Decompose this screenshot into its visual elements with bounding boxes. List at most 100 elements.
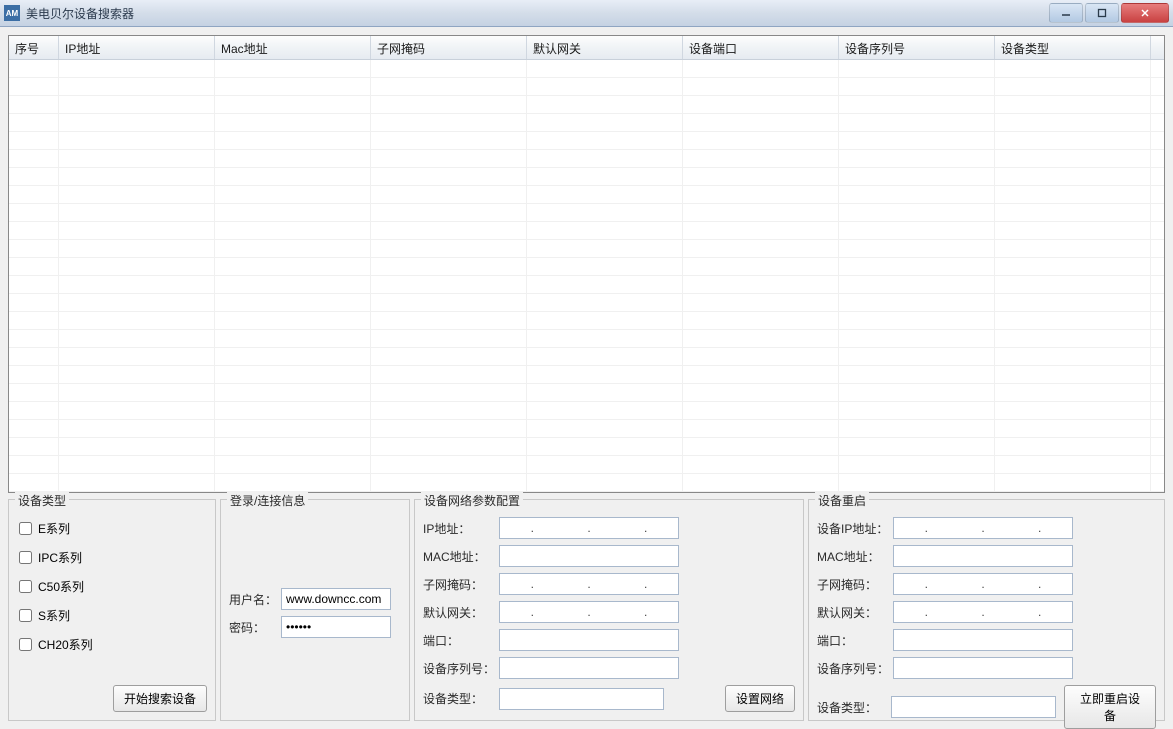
chk-c50-series[interactable]: C50系列 [19, 578, 205, 595]
col-serial[interactable]: 设备序列号 [839, 36, 995, 59]
net-ip-label: IP地址： [423, 520, 495, 537]
net-port-input[interactable] [499, 629, 679, 651]
col-mac[interactable]: Mac地址 [215, 36, 371, 59]
table-row[interactable] [9, 204, 1164, 222]
password-input[interactable] [281, 616, 391, 638]
bottom-panels: 设备类型 E系列 IPC系列 C50系列 S系列 [8, 499, 1165, 721]
label-c50: C50系列 [38, 578, 84, 595]
table-row[interactable] [9, 222, 1164, 240]
col-type[interactable]: 设备类型 [995, 36, 1151, 59]
checkbox-ipc[interactable] [19, 551, 32, 564]
maximize-button[interactable] [1085, 3, 1119, 23]
window-title: 美电贝尔设备搜索器 [26, 5, 1047, 22]
network-config-group: 设备网络参数配置 IP地址： ... MAC地址： 子网掩码： ... 默认网关… [414, 499, 804, 721]
rb-ip-label: 设备IP地址： [817, 520, 889, 537]
col-gateway[interactable]: 默认网关 [527, 36, 683, 59]
client-area: 序号 IP地址 Mac地址 子网掩码 默认网关 设备端口 设备序列号 设备类型 … [0, 27, 1173, 729]
label-ch20: CH20系列 [38, 636, 93, 653]
table-row[interactable] [9, 258, 1164, 276]
table-row[interactable] [9, 312, 1164, 330]
table-row[interactable] [9, 240, 1164, 258]
table-body[interactable] [9, 60, 1164, 492]
rb-port-input[interactable] [893, 629, 1073, 651]
label-ipc: IPC系列 [38, 549, 82, 566]
window-controls [1047, 3, 1169, 23]
device-type-legend: 设备类型 [15, 492, 69, 509]
col-port[interactable]: 设备端口 [683, 36, 839, 59]
chk-ch20-series[interactable]: CH20系列 [19, 636, 205, 653]
table-row[interactable] [9, 78, 1164, 96]
net-ip-input[interactable]: ... [499, 517, 679, 539]
col-mask[interactable]: 子网掩码 [371, 36, 527, 59]
table-row[interactable] [9, 474, 1164, 492]
col-index[interactable]: 序号 [9, 36, 59, 59]
checkbox-e[interactable] [19, 522, 32, 535]
table-row[interactable] [9, 384, 1164, 402]
label-e: E系列 [38, 520, 70, 537]
login-legend: 登录/连接信息 [227, 492, 308, 509]
rb-mac-label: MAC地址： [817, 548, 889, 565]
titlebar[interactable]: AM 美电贝尔设备搜索器 [0, 0, 1173, 27]
table-row[interactable] [9, 132, 1164, 150]
rb-serial-input[interactable] [893, 657, 1073, 679]
rb-dtype-input[interactable] [891, 696, 1056, 718]
search-button[interactable]: 开始搜索设备 [113, 685, 207, 712]
net-gw-label: 默认网关： [423, 604, 495, 621]
table-row[interactable] [9, 186, 1164, 204]
table-row[interactable] [9, 366, 1164, 384]
device-table[interactable]: 序号 IP地址 Mac地址 子网掩码 默认网关 设备端口 设备序列号 设备类型 [8, 35, 1165, 493]
table-row[interactable] [9, 96, 1164, 114]
net-gw-input[interactable]: ... [499, 601, 679, 623]
chk-s-series[interactable]: S系列 [19, 607, 205, 624]
rb-serial-label: 设备序列号： [817, 660, 889, 677]
app-window: AM 美电贝尔设备搜索器 序号 IP地址 Mac地址 子网掩码 默认网关 设备端… [0, 0, 1173, 729]
net-mask-input[interactable]: ... [499, 573, 679, 595]
net-serial-label: 设备序列号： [423, 660, 495, 677]
reboot-button[interactable]: 立即重启设备 [1064, 685, 1156, 729]
rb-dtype-label: 设备类型： [817, 699, 887, 716]
table-header: 序号 IP地址 Mac地址 子网掩码 默认网关 设备端口 设备序列号 设备类型 [9, 36, 1164, 60]
checkbox-s[interactable] [19, 609, 32, 622]
table-row[interactable] [9, 60, 1164, 78]
rb-mask-label: 子网掩码： [817, 576, 889, 593]
reboot-legend: 设备重启 [815, 492, 869, 509]
table-row[interactable] [9, 420, 1164, 438]
minimize-button[interactable] [1049, 3, 1083, 23]
rb-gw-label: 默认网关： [817, 604, 889, 621]
app-icon: AM [4, 5, 20, 21]
table-row[interactable] [9, 294, 1164, 312]
table-row[interactable] [9, 276, 1164, 294]
reboot-group: 设备重启 设备IP地址： ... MAC地址： 子网掩码： ... 默认网关： … [808, 499, 1165, 721]
rb-gw-input[interactable]: ... [893, 601, 1073, 623]
table-row[interactable] [9, 456, 1164, 474]
label-s: S系列 [38, 607, 70, 624]
username-input[interactable] [281, 588, 391, 610]
table-row[interactable] [9, 438, 1164, 456]
chk-ipc-series[interactable]: IPC系列 [19, 549, 205, 566]
netcfg-legend: 设备网络参数配置 [421, 492, 523, 509]
net-mac-label: MAC地址： [423, 548, 495, 565]
table-row[interactable] [9, 330, 1164, 348]
table-row[interactable] [9, 168, 1164, 186]
checkbox-c50[interactable] [19, 580, 32, 593]
rb-mask-input[interactable]: ... [893, 573, 1073, 595]
net-dtype-label: 设备类型： [423, 690, 495, 707]
chk-e-series[interactable]: E系列 [19, 520, 205, 537]
set-network-button[interactable]: 设置网络 [725, 685, 795, 712]
table-row[interactable] [9, 348, 1164, 366]
net-dtype-input[interactable] [499, 688, 664, 710]
username-label: 用户名： [229, 591, 277, 608]
checkbox-ch20[interactable] [19, 638, 32, 651]
table-row[interactable] [9, 150, 1164, 168]
net-mac-input[interactable] [499, 545, 679, 567]
net-serial-input[interactable] [499, 657, 679, 679]
rb-ip-input[interactable]: ... [893, 517, 1073, 539]
login-group: 登录/连接信息 用户名： 密码： [220, 499, 410, 721]
close-button[interactable] [1121, 3, 1169, 23]
table-row[interactable] [9, 114, 1164, 132]
col-ip[interactable]: IP地址 [59, 36, 215, 59]
net-port-label: 端口： [423, 632, 495, 649]
rb-port-label: 端口： [817, 632, 889, 649]
rb-mac-input[interactable] [893, 545, 1073, 567]
table-row[interactable] [9, 402, 1164, 420]
